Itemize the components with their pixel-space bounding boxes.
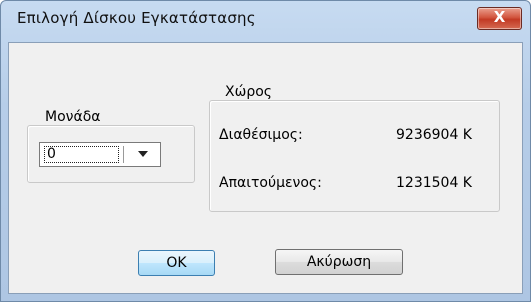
space-group <box>209 100 500 212</box>
drive-group-label: Μονάδα <box>42 109 104 125</box>
window-title: Επιλογή Δίσκου Εγκατάστασης <box>17 9 256 27</box>
required-label: Απαιτούμενος: <box>219 175 322 191</box>
ok-button[interactable]: OK <box>138 250 215 276</box>
drive-select-divider <box>123 146 124 163</box>
drive-select[interactable]: 0 <box>39 142 161 167</box>
close-icon: X <box>493 8 506 26</box>
space-group-label: Χώρος <box>222 84 275 100</box>
close-button[interactable]: X <box>477 7 522 30</box>
drive-select-value: 0 <box>44 146 119 163</box>
available-value: 9236904 K <box>396 127 472 143</box>
required-value: 1231504 K <box>396 175 472 191</box>
dialog-window: Επιλογή Δίσκου Εγκατάστασης X Μονάδα 0 Χ… <box>0 0 531 302</box>
available-label: Διαθέσιμος: <box>219 127 303 143</box>
cancel-button[interactable]: Ακύρωση <box>275 249 403 275</box>
chevron-down-icon[interactable] <box>138 151 148 157</box>
